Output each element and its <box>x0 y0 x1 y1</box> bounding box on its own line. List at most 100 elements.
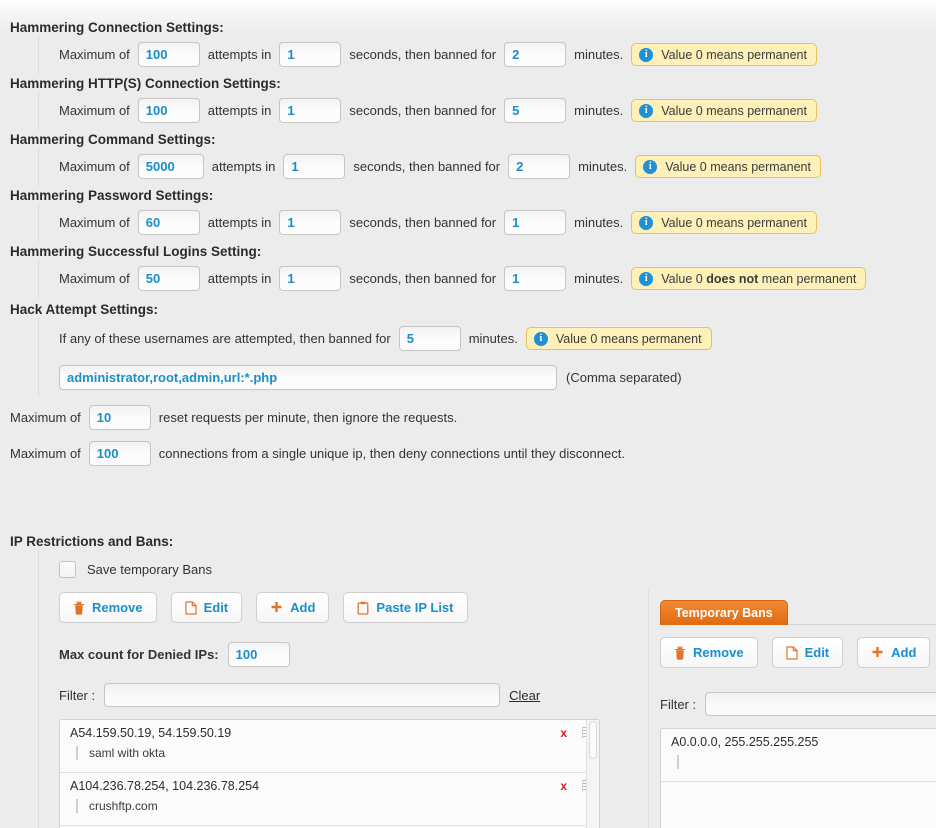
maximum-of-label: Maximum of <box>10 410 81 425</box>
permanent-hint-badge: i Value 0 means permanent <box>635 155 821 178</box>
maximum-of-label: Maximum of <box>59 215 130 230</box>
maximum-of-label: Maximum of <box>59 159 130 174</box>
button-label: Edit <box>804 645 830 660</box>
save-temporary-bans-label: Save temporary Bans <box>87 562 213 577</box>
seconds-input[interactable] <box>283 154 346 179</box>
ip-restrictions-toolbar: Remove Edit Add Paste IP List <box>59 592 650 623</box>
minutes-label: minutes. <box>578 159 628 174</box>
list-item-title: A0.0.0.0, 255.255.255.255 <box>671 735 819 749</box>
section-hammering-successful-logins: Hammering Successful Logins Setting: Max… <box>0 244 936 298</box>
section-title: Hammering Command Settings: <box>10 132 216 147</box>
remove-button[interactable]: Remove <box>59 592 157 623</box>
badge-emphasis: does not <box>706 271 759 286</box>
temp-add-button[interactable]: Add <box>857 637 931 668</box>
filter-label: Filter : <box>660 696 697 712</box>
maximum-of-label: Maximum of <box>59 271 130 286</box>
max-attempts-input[interactable] <box>137 42 200 67</box>
filter-row: Filter : Clear <box>59 683 650 707</box>
panel-temporary-bans: Temporary Bans Remove Edit Add Filter: … <box>660 600 936 828</box>
attempts-in-label: attempts in <box>211 159 276 174</box>
list-item[interactable]: A104.236.78.254, 104.236.78.254 crushftp… <box>60 773 599 826</box>
seconds-input[interactable] <box>279 98 342 123</box>
clipboard-icon <box>357 601 369 615</box>
temp-filter-input[interactable] <box>705 692 936 716</box>
ban-minutes-input[interactable] <box>508 154 571 179</box>
minutes-label: minutes. <box>574 215 624 230</box>
attempts-in-label: attempts in <box>207 215 272 230</box>
reset-requests-label: reset requests per minute, then ignore t… <box>158 410 458 425</box>
section-title: Hammering Connection Settings: <box>10 20 224 35</box>
filter-input[interactable] <box>104 683 501 707</box>
ban-minutes-input[interactable] <box>504 98 567 123</box>
scrollbar-thumb[interactable] <box>589 721 597 759</box>
info-icon: i <box>639 271 654 286</box>
file-icon <box>184 600 197 615</box>
list-item-subtitle <box>677 755 936 769</box>
unique-ip-connections-row: Maximum of connections from a single uni… <box>0 430 936 466</box>
badge-text: Value 0 means permanent <box>555 331 702 346</box>
settings-page: Hammering Connection Settings: Maximum o… <box>0 0 936 828</box>
plus-icon <box>871 646 884 659</box>
section-hack-attempt: Hack Attempt Settings: If any of these u… <box>0 302 936 397</box>
list-item[interactable]: A54.159.50.19, 54.159.50.19 saml with ok… <box>60 720 599 773</box>
section-title: Hammering Successful Logins Setting: <box>10 244 262 259</box>
max-denied-ips-input[interactable] <box>227 642 290 667</box>
max-attempts-input[interactable] <box>137 266 200 291</box>
temp-edit-button[interactable]: Edit <box>771 637 844 668</box>
button-label: Add <box>891 645 917 660</box>
tab-temporary-bans[interactable]: Temporary Bans <box>660 600 788 625</box>
minutes-label: minutes. <box>574 103 624 118</box>
badge-text: Value 0 means permanent <box>661 215 807 230</box>
section-hammering-command: Hammering Command Settings: Maximum of a… <box>0 132 936 186</box>
list-item[interactable]: A0.0.0.0, 255.255.255.255 <box>661 729 936 782</box>
seconds-input[interactable] <box>279 266 342 291</box>
section-hammering-password: Hammering Password Settings: Maximum of … <box>0 188 936 242</box>
seconds-banned-label: seconds, then banned for <box>349 103 497 118</box>
temp-filter-row: Filter : <box>660 692 936 716</box>
max-attempts-input[interactable] <box>137 98 200 123</box>
denied-ips-list[interactable]: A54.159.50.19, 54.159.50.19 saml with ok… <box>59 719 600 828</box>
minutes-label: minutes. <box>468 331 518 346</box>
edit-button[interactable]: Edit <box>170 592 243 623</box>
badge-text: Value 0 means permanent <box>661 47 807 62</box>
not-permanent-hint-badge: i Value 0 does not mean permanent <box>631 267 867 290</box>
temp-remove-button[interactable]: Remove <box>660 637 758 668</box>
hack-ban-minutes-input[interactable] <box>398 326 461 351</box>
ban-minutes-input[interactable] <box>504 210 567 235</box>
clear-filter-link[interactable]: Clear <box>509 688 540 703</box>
badge-text: Value 0 means permanent <box>665 159 811 174</box>
filter-label: Filter : <box>59 687 96 703</box>
section-hammering-https-connection: Hammering HTTP(S) Connection Settings: M… <box>0 76 936 130</box>
trash-icon <box>73 601 85 615</box>
save-temporary-bans-checkbox[interactable] <box>59 561 76 578</box>
seconds-input[interactable] <box>279 42 342 67</box>
remove-item-icon[interactable]: x <box>560 726 567 740</box>
max-attempts-input[interactable] <box>137 154 204 179</box>
section-title: Hack Attempt Settings: <box>10 302 159 317</box>
add-button[interactable]: Add <box>256 592 330 623</box>
list-scrollbar[interactable] <box>586 720 599 828</box>
seconds-banned-label: seconds, then banned for <box>353 159 501 174</box>
max-attempts-input[interactable] <box>137 210 200 235</box>
ban-minutes-input[interactable] <box>504 42 567 67</box>
temporary-bans-tabs: Temporary Bans <box>660 600 936 625</box>
save-temporary-bans-row[interactable]: Save temporary Bans <box>59 561 650 578</box>
max-denied-ips-label: Max count for Denied IPs: <box>59 647 219 662</box>
attempts-in-label: attempts in <box>207 47 272 62</box>
ban-minutes-input[interactable] <box>504 266 567 291</box>
info-icon: i <box>639 47 654 62</box>
maximum-of-label: Maximum of <box>59 47 130 62</box>
remove-item-icon[interactable]: x <box>560 779 567 793</box>
unique-ip-connections-input[interactable] <box>88 441 151 466</box>
paste-ip-list-button[interactable]: Paste IP List <box>343 592 468 623</box>
reset-requests-input[interactable] <box>88 405 151 430</box>
hack-usernames-input[interactable] <box>59 365 557 390</box>
list-item-title: A104.236.78.254, 104.236.78.254 <box>70 779 260 793</box>
file-icon <box>785 645 798 660</box>
info-icon: i <box>533 331 548 346</box>
temporary-bans-list[interactable]: A0.0.0.0, 255.255.255.255 <box>660 728 936 828</box>
seconds-input[interactable] <box>279 210 342 235</box>
list-item-subtitle: crushftp.com <box>76 799 591 813</box>
badge-text: Value 0 does not mean permanent <box>661 271 857 286</box>
list-item-subtitle: saml with okta <box>76 746 591 760</box>
